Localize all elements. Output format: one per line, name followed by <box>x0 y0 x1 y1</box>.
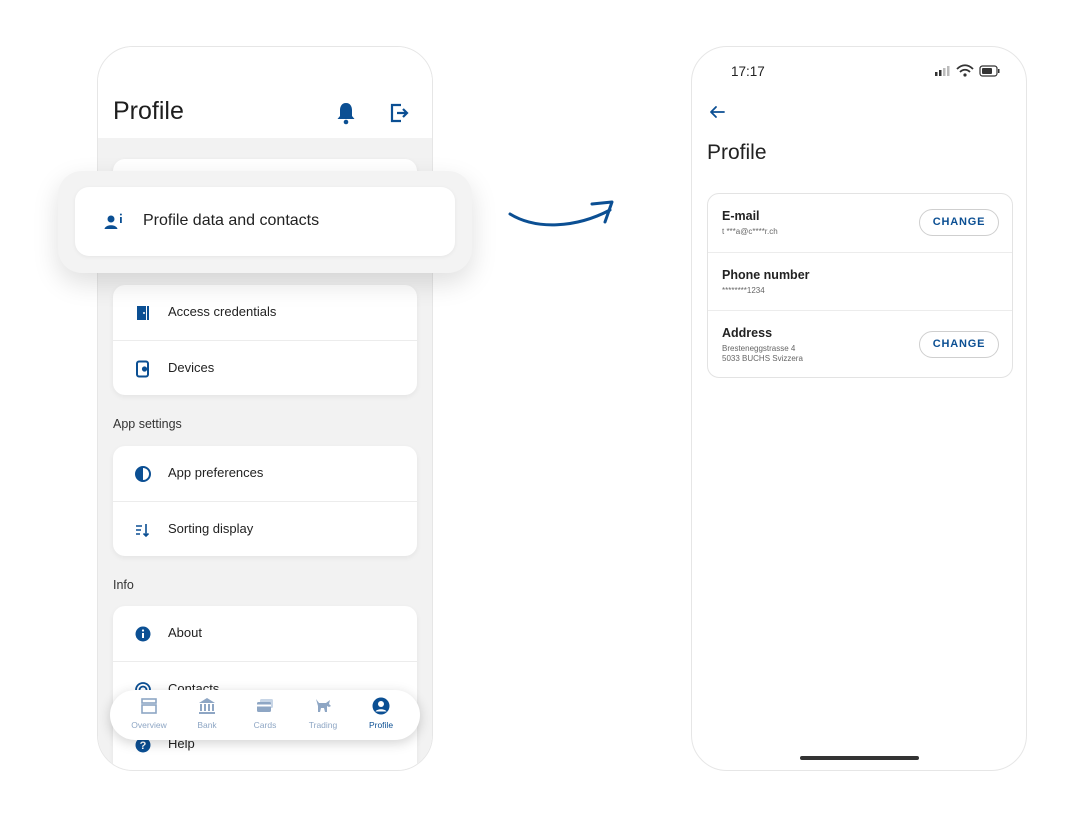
svg-text:?: ? <box>140 740 147 752</box>
field-label-phone: Phone number <box>722 268 810 282</box>
transition-arrow-icon <box>508 200 614 227</box>
page-title: Profile <box>113 97 184 125</box>
cards-icon <box>257 699 273 712</box>
nav-cards[interactable]: Cards <box>235 696 295 730</box>
back-arrow-icon[interactable] <box>708 103 726 121</box>
overview-icon <box>141 698 157 714</box>
menu-item-label: Access credentials <box>168 304 277 319</box>
field-label-email: E-mail <box>722 209 760 223</box>
menu-item-label: Profile data and contacts <box>143 212 320 229</box>
nav-trading[interactable]: Trading <box>293 696 353 730</box>
signal-icon <box>935 66 950 76</box>
left-phone-screen: Profile Access credentials Devices App s… <box>97 46 433 771</box>
field-value-address-line2: 5033 BUCHS Svizzera <box>722 354 803 363</box>
app-settings-card: App preferences Sorting display <box>113 446 417 556</box>
field-value-phone: ********1234 <box>722 286 765 295</box>
address-row: Address Bresteneggstrasse 4 5033 BUCHS S… <box>708 310 1012 379</box>
nav-label: Bank <box>197 720 217 730</box>
status-icons <box>935 64 1000 77</box>
menu-item-sorting-display[interactable]: Sorting display <box>113 501 417 556</box>
nav-label: Cards <box>253 720 277 730</box>
section-label-app-settings: App settings <box>113 417 182 431</box>
menu-item-app-preferences[interactable]: App preferences <box>113 446 417 501</box>
bottom-navigation: Overview Bank Cards Trading Profile <box>110 690 420 740</box>
phone-row: Phone number ********1234 <box>708 252 1012 310</box>
profile-header: Profile <box>98 47 432 138</box>
menu-item-access-credentials[interactable]: Access credentials <box>113 285 417 340</box>
change-address-button[interactable]: CHANGE <box>919 331 999 358</box>
section-label-info: Info <box>113 578 134 592</box>
nav-label: Profile <box>368 720 394 730</box>
highlight-callout: Profile data and contacts <box>58 171 472 273</box>
menu-item-label: About <box>168 625 202 640</box>
nav-label: Overview <box>131 720 167 730</box>
nav-bank[interactable]: Bank <box>177 696 237 730</box>
battery-icon <box>979 65 1000 77</box>
field-value-address-line1: Bresteneggstrasse 4 <box>722 344 796 353</box>
person-info-icon <box>104 213 122 229</box>
info-card: About Contacts ? Help <box>113 606 417 770</box>
status-time: 17:17 <box>731 64 765 79</box>
bank-icon <box>199 698 215 714</box>
menu-item-label: Sorting display <box>168 521 254 536</box>
trading-bull-icon <box>316 699 331 712</box>
profile-icon <box>372 697 390 715</box>
wifi-icon <box>956 64 974 77</box>
sort-icon <box>136 524 150 538</box>
change-email-button[interactable]: CHANGE <box>919 209 999 236</box>
page-title: Profile <box>707 141 767 164</box>
info-icon <box>135 626 151 642</box>
menu-item-devices[interactable]: Devices <box>113 340 417 395</box>
door-icon <box>137 306 149 320</box>
nav-overview[interactable]: Overview <box>119 696 179 730</box>
contrast-icon <box>135 466 151 482</box>
nav-profile[interactable]: Profile <box>351 696 411 730</box>
menu-item-profile-data-and-contacts[interactable]: Profile data and contacts <box>75 187 455 256</box>
home-indicator[interactable] <box>800 756 919 760</box>
device-settings-icon <box>136 360 149 378</box>
logout-icon[interactable] <box>388 102 410 124</box>
menu-item-label: App preferences <box>168 465 264 480</box>
menu-item-about[interactable]: About <box>113 606 417 661</box>
contact-details-card: E-mail t ***a@c****r.ch CHANGE Phone num… <box>707 193 1013 378</box>
email-row: E-mail t ***a@c****r.ch CHANGE <box>708 194 1012 252</box>
field-label-address: Address <box>722 326 773 340</box>
nav-label: Trading <box>308 720 338 730</box>
right-phone-screen: 17:17 Profile E-mail t ***a@c****r.ch CH… <box>691 46 1027 771</box>
field-value-email: t ***a@c****r.ch <box>722 227 778 236</box>
menu-item-label: Devices <box>168 360 215 375</box>
security-card: Access credentials Devices <box>113 285 417 395</box>
bell-icon[interactable] <box>335 101 357 125</box>
